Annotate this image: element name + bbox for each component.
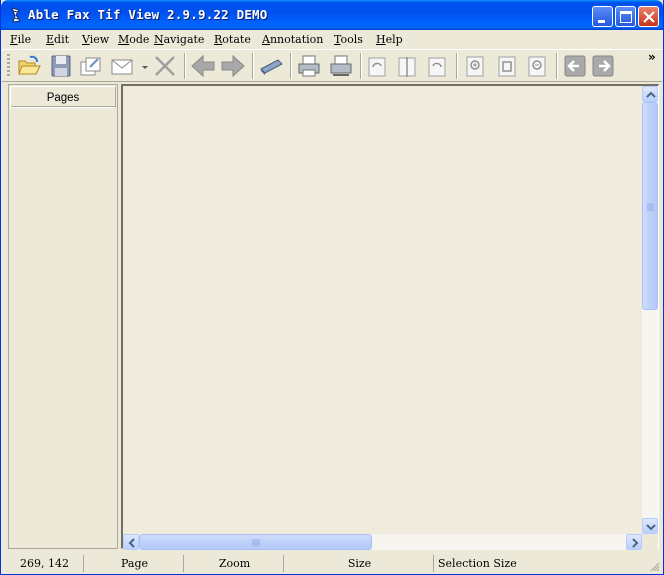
menu-annotation[interactable]: Annotation [262,33,323,46]
toolbar-separator [252,53,254,79]
scan-icon [260,59,283,75]
menu-file[interactable]: File [10,33,31,46]
minimize-icon [598,20,605,23]
app-icon [11,7,21,23]
app-window: Able Fax Tif View 2.9.9.22 DEMO File Edi… [0,0,664,575]
scan-button[interactable] [258,53,284,79]
menu-bar: File Edit View Mode Navigate Rotate Anno… [2,30,662,49]
next-page-button[interactable] [590,53,616,79]
zoom-in-button[interactable] [462,53,488,79]
back-arrow-icon [191,54,215,78]
zoom-in-icon [466,56,484,77]
menu-mode[interactable]: Mode [118,33,149,46]
status-bar: 269, 142 Page Zoom Size Selection Size [2,552,662,574]
scroll-right-button[interactable] [626,534,642,550]
vertical-scrollbar[interactable] [642,86,658,534]
email-dropdown[interactable] [140,53,150,79]
horizontal-scrollbar[interactable] [123,534,642,550]
delete-button[interactable] [152,53,178,79]
image-viewer [121,84,659,550]
minimize-button[interactable] [592,6,613,27]
previous-page-button[interactable] [562,53,588,79]
toolbar-grip[interactable] [7,54,10,78]
pages-header[interactable]: Pages [10,86,116,108]
menu-view[interactable]: View [82,33,109,46]
save-icon [51,55,71,77]
rotate-right-button[interactable] [424,53,450,79]
print-button[interactable] [296,53,322,79]
menu-edit[interactable]: Edit [46,33,69,46]
maximize-button[interactable] [615,6,636,27]
batch-button[interactable] [78,53,104,79]
close-icon [643,11,655,23]
open-button[interactable] [16,53,42,79]
status-page: Page [86,555,184,572]
zoom-out-button[interactable] [524,53,550,79]
horizontal-scroll-thumb[interactable] [139,534,372,550]
status-size: Size [286,555,434,572]
next-page-icon [592,55,614,77]
print-setup-icon [330,55,352,76]
toolbar-overflow-chevron[interactable]: » [648,50,656,64]
toolbar-separator [184,53,186,79]
delete-icon [155,56,175,76]
forward-arrow-icon [221,54,245,78]
image-canvas[interactable] [123,86,642,534]
email-button[interactable] [110,53,136,79]
batch-icon [80,57,101,76]
maximize-icon [620,11,632,23]
status-selection-size: Selection Size [438,557,517,570]
forward-button[interactable] [220,53,246,79]
chevron-left-icon [128,538,135,548]
zoom-fit-icon [498,56,516,77]
zoom-fit-button[interactable] [494,53,520,79]
menu-help[interactable]: Help [376,33,403,46]
email-icon [111,59,133,75]
resize-grip-icon[interactable] [648,560,660,572]
status-coords: 269, 142 [6,555,84,572]
toolbar-separator [456,53,458,79]
status-zoom: Zoom [186,555,284,572]
rotate-left-icon [368,57,386,77]
scroll-down-button[interactable] [642,518,658,534]
title-bar[interactable]: Able Fax Tif View 2.9.9.22 DEMO [1,0,663,30]
flip-icon [398,57,416,77]
pages-header-label: Pages [46,92,80,104]
window-title: Able Fax Tif View 2.9.9.22 DEMO [28,7,268,22]
toolbar: » [2,49,662,82]
save-button[interactable] [48,53,74,79]
scroll-up-button[interactable] [642,86,658,102]
chevron-up-icon [646,91,656,98]
print-setup-button[interactable] [328,53,354,79]
chevron-right-icon [632,538,639,548]
toolbar-separator [360,53,362,79]
flip-button[interactable] [394,53,420,79]
chevron-down-icon [646,524,656,531]
menu-navigate[interactable]: Navigate [154,33,204,46]
pages-panel: Pages [8,84,118,549]
menu-tools[interactable]: Tools [334,33,363,46]
vertical-scroll-thumb[interactable] [642,102,658,310]
rotate-right-icon [428,57,446,77]
menu-rotate[interactable]: Rotate [214,33,251,46]
rotate-left-button[interactable] [364,53,390,79]
toolbar-separator [556,53,558,79]
thumb-grip-icon [252,539,260,546]
thumb-grip-icon [647,203,654,211]
zoom-out-icon [528,56,546,77]
previous-page-icon [564,55,586,77]
toolbar-separator [290,53,292,79]
open-folder-icon [18,55,41,75]
back-button[interactable] [190,53,216,79]
print-icon [298,55,320,77]
close-button[interactable] [638,6,659,27]
scroll-left-button[interactable] [123,534,139,550]
scrollbar-corner [642,534,658,550]
